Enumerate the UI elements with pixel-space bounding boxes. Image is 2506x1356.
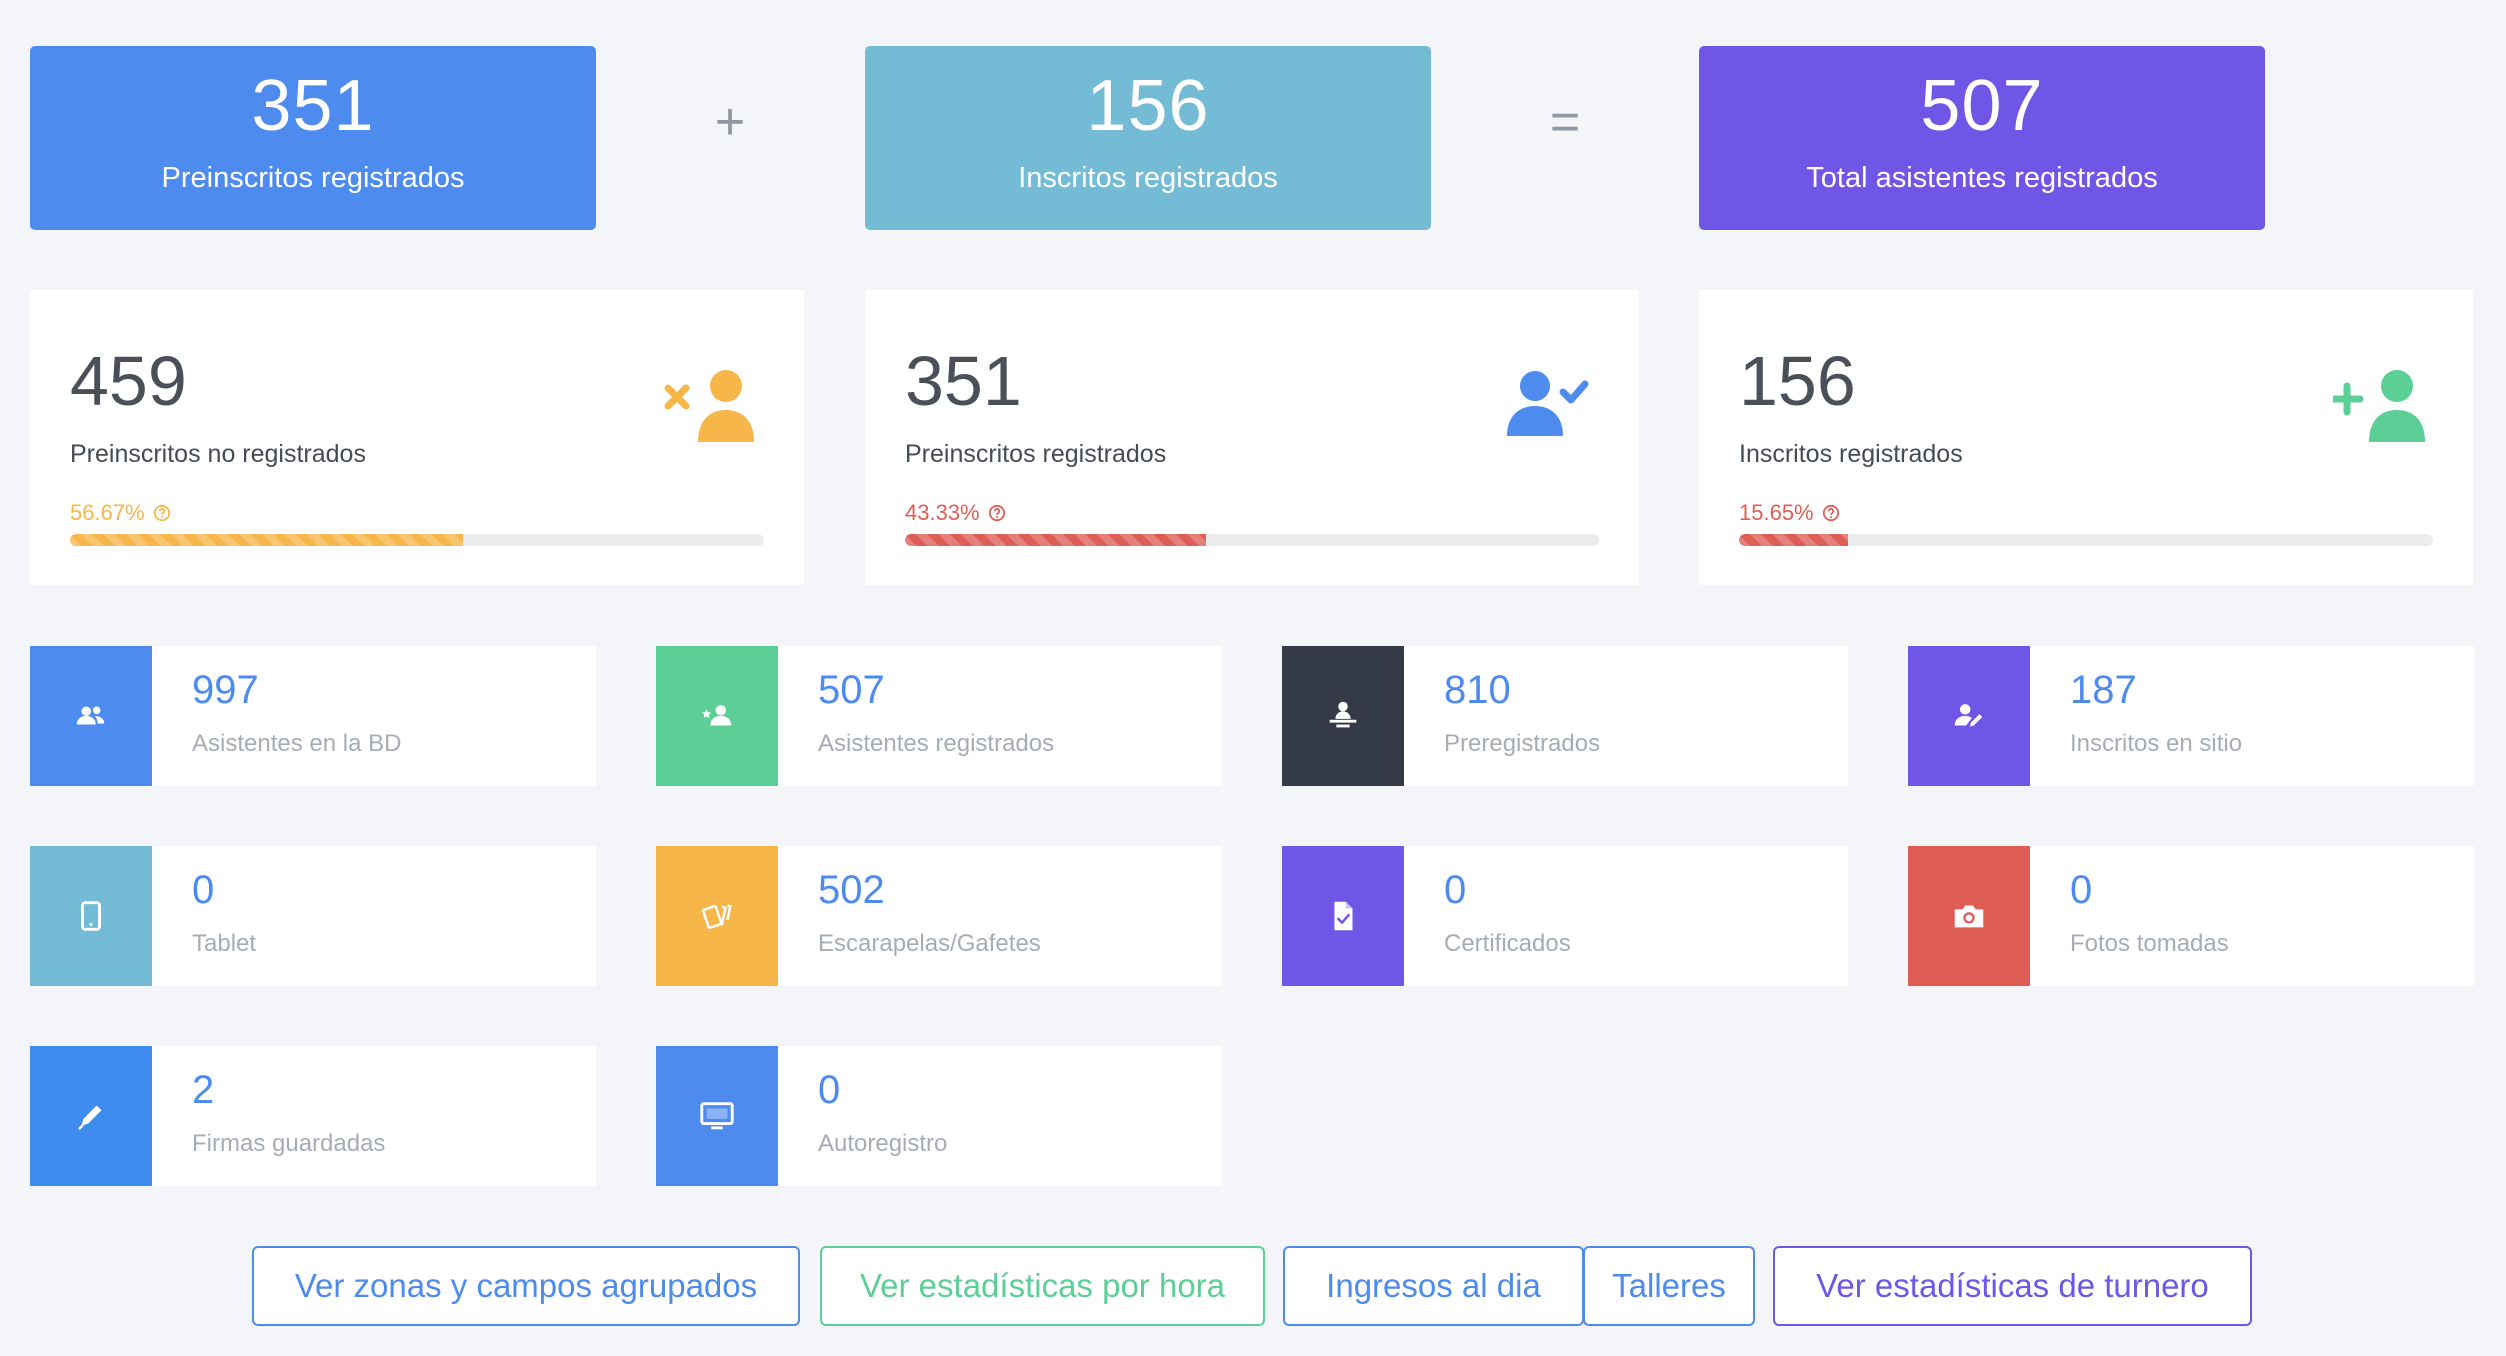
tile-label: Autoregistro [818,1130,948,1157]
tile-label: Inscritos en sitio [2070,730,2243,757]
summary-value: 351 [251,66,375,146]
tile-fotos: 0 Fotos tomadas [1908,846,2474,986]
pen-icon [78,1105,102,1130]
user-edit-icon [1954,704,1983,727]
tile-certificados: 0 Certificados [1282,846,1848,986]
tile-asistentes-bd: 997 Asistentes en la BD [30,646,596,786]
tile-label: Tablet [192,930,257,957]
tile-icon-box [1908,646,2030,786]
ver-estadisticas-hora-button[interactable]: Ver estadísticas por hora [820,1246,1265,1326]
summary-value: 507 [1920,66,2044,146]
tile-icon-box [30,646,152,786]
user-star-icon [701,705,732,726]
card-preinscritos-registrados: 351 Preinscritos registrados 43.33% [865,290,1639,585]
tablet-icon [81,901,101,931]
card-percent: 15.65% [1739,500,1840,526]
tile-value: 0 [1444,868,1467,912]
tile-value: 2 [192,1068,215,1112]
tile-value: 810 [1444,668,1511,712]
card-value: 156 [1739,342,1856,420]
summary-label: Inscritos registrados [1018,162,1278,194]
tile-tablet: 0 Tablet [30,846,596,986]
tile-icon-box [656,646,778,786]
card-preinscritos-no-registrados: 459 Preinscritos no registrados 56.67% [30,290,804,585]
ingresos-dia-button[interactable]: Ingresos al dia [1283,1246,1584,1326]
progress-fill [905,534,1206,546]
tile-value: 0 [192,868,215,912]
tile-label: Asistentes registrados [818,730,1055,757]
ver-zonas-button[interactable]: Ver zonas y campos agrupados [252,1246,800,1326]
tile-value: 507 [818,668,885,712]
tile-value: 0 [818,1068,841,1112]
percent-text: 56.67% [70,500,145,525]
summary-label: Total asistentes registrados [1806,162,2158,194]
progress-bar [1739,534,2433,546]
tile-label: Fotos tomadas [2070,930,2229,957]
tile-label: Preregistrados [1444,730,1601,757]
summary-value: 156 [1086,66,1210,146]
summary-inscritos: 156 Inscritos registrados [865,46,1431,230]
card-label: Inscritos registrados [1739,440,1963,468]
tile-preregistrados: 810 Preregistrados [1282,646,1848,786]
tile-label: Firmas guardadas [192,1130,386,1157]
tile-value: 0 [2070,868,2093,912]
monitor-icon [700,1102,734,1130]
progress-fill [70,534,464,546]
tile-escarapelas: 502 Escarapelas/Gafetes [656,846,1222,986]
tile-asistentes-registrados: 507 Asistentes registrados [656,646,1222,786]
card-value: 459 [70,342,187,420]
percent-text: 43.33% [905,500,980,525]
tile-inscritos-sitio: 187 Inscritos en sitio [1908,646,2474,786]
progress-bar [905,534,1599,546]
card-percent: 43.33% [905,500,1006,526]
tile-autoregistro: 0 Autoregistro [656,1046,1222,1186]
camera-icon [1954,905,1984,928]
question-circle-icon[interactable] [153,504,171,522]
card-label: Preinscritos registrados [905,440,1167,468]
users-icon [76,706,105,725]
tile-label: Escarapelas/Gafetes [818,930,1041,957]
tile-icon-box [1282,646,1404,786]
tile-label: Asistentes en la BD [192,730,402,757]
card-label: Preinscritos no registrados [70,440,366,468]
user-check-icon [1507,371,1589,436]
plus-sign: + [714,93,746,151]
tile-icon-box [30,1046,152,1186]
tile-label: Certificados [1444,930,1571,957]
user-times-icon [664,370,754,442]
tile-value: 502 [818,868,885,912]
progress-fill [1739,534,1848,546]
card-inscritos-registrados: 156 Inscritos registrados 15.65% [1699,290,2473,585]
summary-total: 507 Total asistentes registrados [1699,46,2265,230]
user-desk-icon [1329,701,1357,728]
question-circle-icon[interactable] [988,504,1006,522]
percent-text: 15.65% [1739,500,1814,525]
progress-bar [70,534,764,546]
tile-icon-box [656,1046,778,1186]
talleres-button[interactable]: Talleres [1583,1246,1755,1326]
file-check-icon [1334,901,1353,931]
equals-sign: = [1549,93,1581,151]
ver-estadisticas-turnero-button[interactable]: Ver estadísticas de turnero [1773,1246,2252,1326]
card-value: 351 [905,342,1022,420]
tile-icon-box [656,846,778,986]
tile-icon-box [1908,846,2030,986]
user-plus-icon [2333,370,2425,442]
tile-icon-box [30,846,152,986]
tile-value: 997 [192,668,259,712]
question-circle-icon[interactable] [1822,504,1840,522]
tile-icon-box [1282,846,1404,986]
tile-firmas: 2 Firmas guardadas [30,1046,596,1186]
tile-value: 187 [2070,668,2137,712]
card-percent: 56.67% [70,500,171,526]
summary-preinscritos: 351 Preinscritos registrados [30,46,596,230]
badge-cards-icon [702,904,732,929]
summary-label: Preinscritos registrados [161,162,465,194]
